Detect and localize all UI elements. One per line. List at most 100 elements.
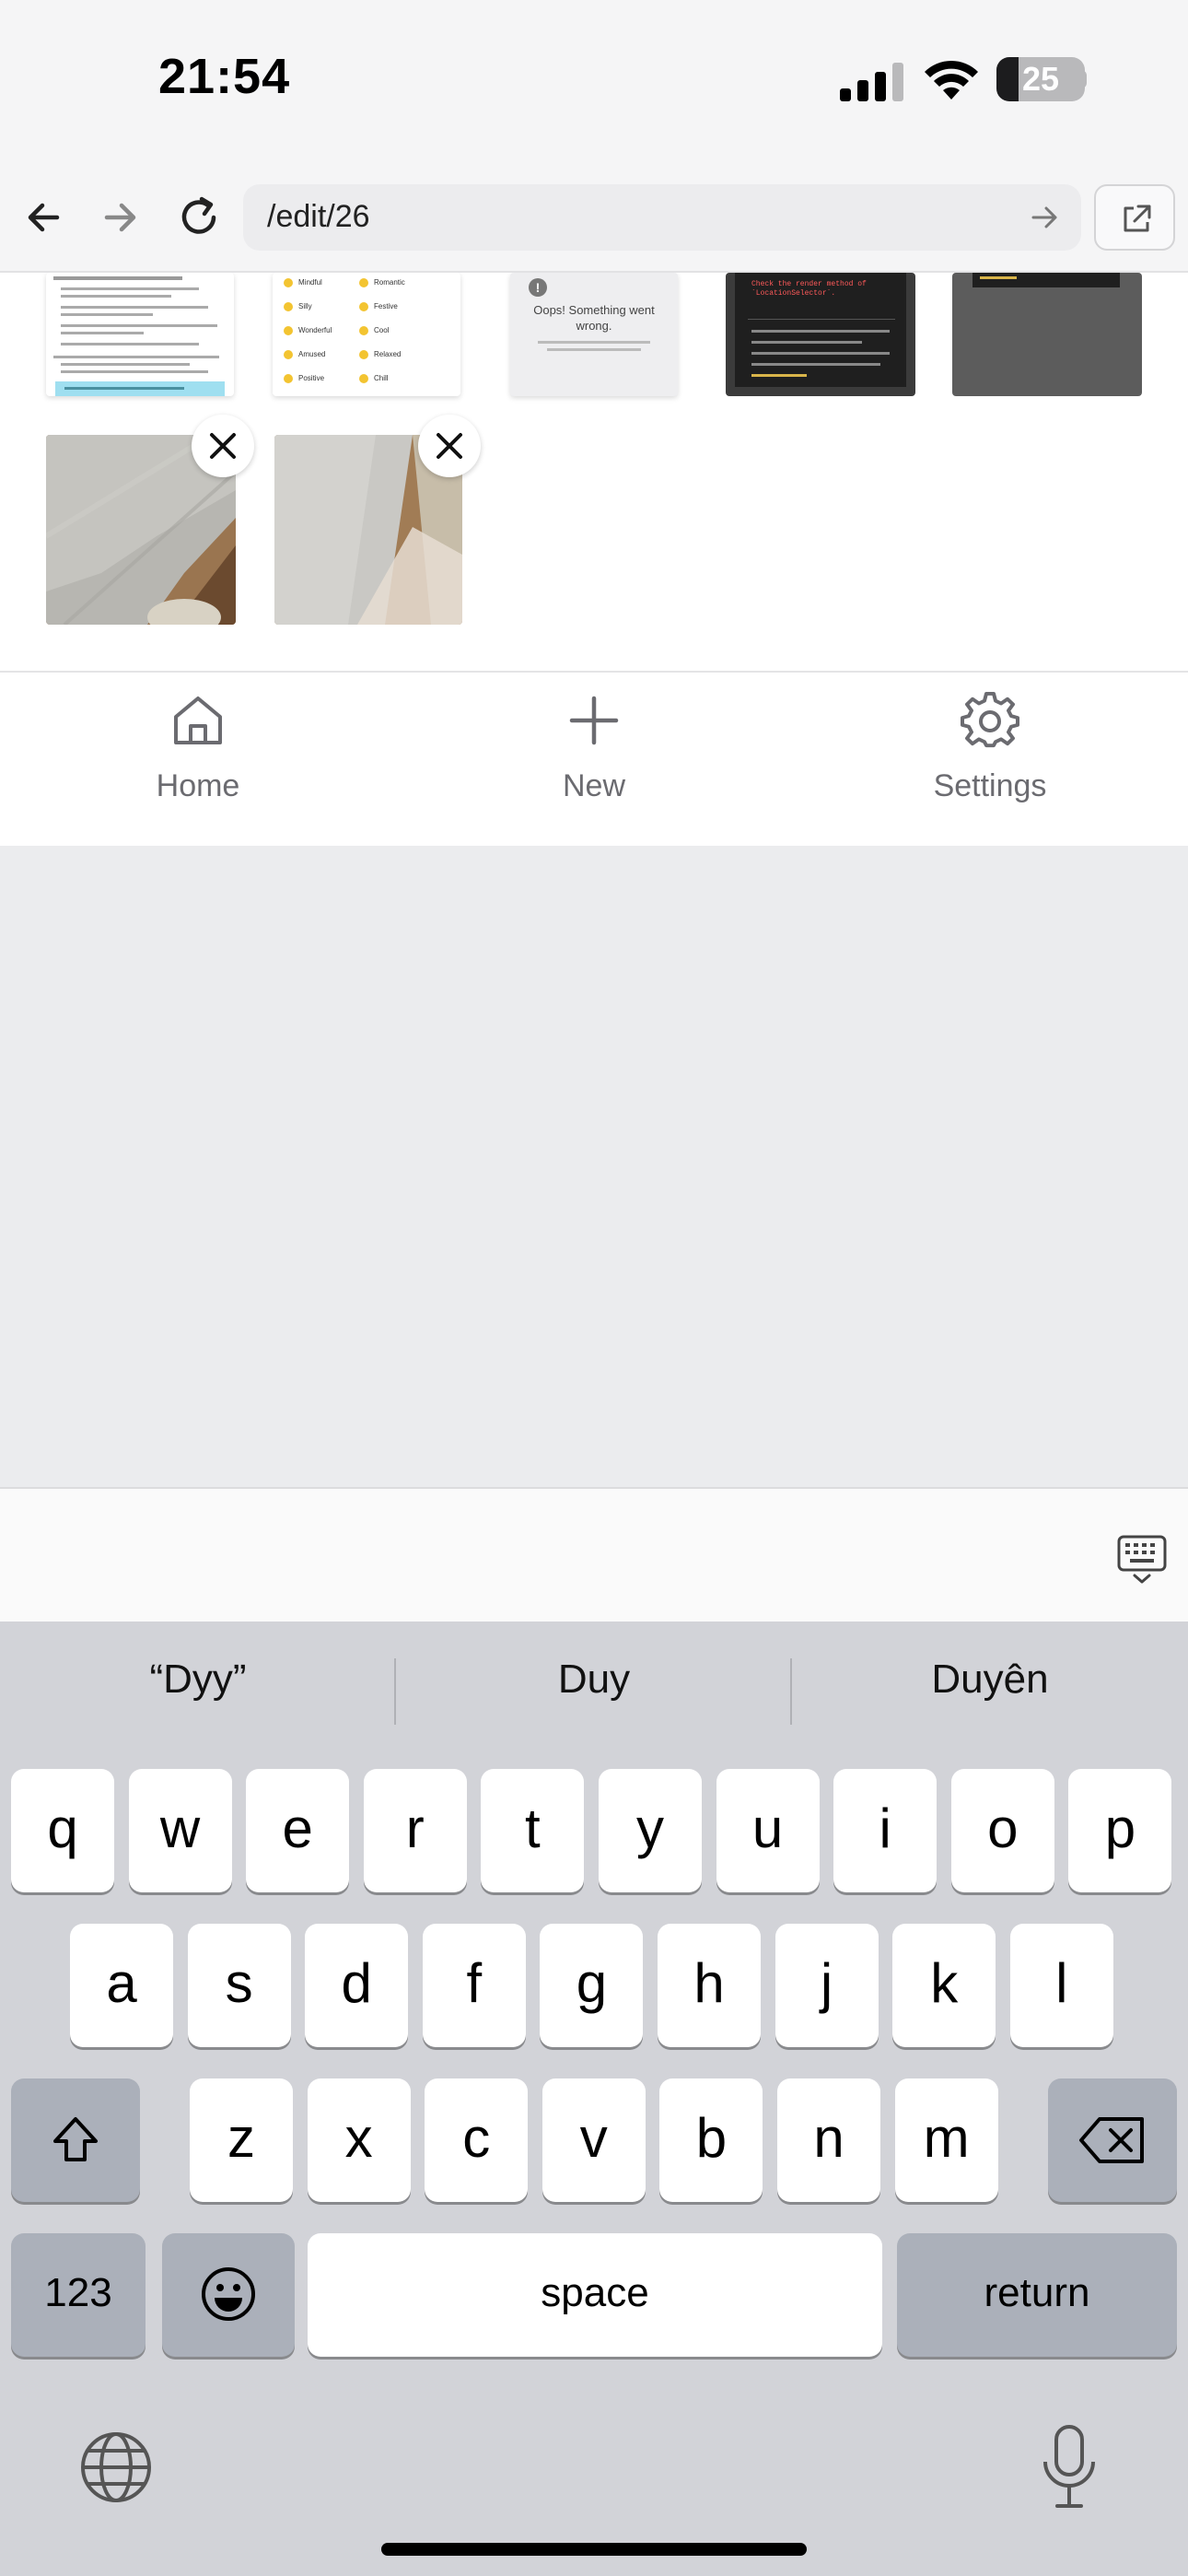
mood-label: Romantic <box>374 278 405 287</box>
mood-item: Romantic <box>359 278 405 287</box>
key-e[interactable]: e <box>246 1769 350 1892</box>
delete-key[interactable] <box>1048 2078 1177 2202</box>
home-icon <box>174 697 222 744</box>
close-icon <box>437 433 462 459</box>
reload-icon[interactable] <box>171 190 227 245</box>
text-document-preview <box>53 276 225 396</box>
key-c[interactable]: c <box>425 2078 529 2202</box>
key-k[interactable]: k <box>892 1924 996 2047</box>
globe-icon[interactable] <box>77 2429 155 2506</box>
shift-icon <box>53 2117 98 2161</box>
key-h[interactable]: h <box>658 1924 761 2047</box>
key-b[interactable]: b <box>659 2078 763 2202</box>
keyboard-dismiss-icon[interactable] <box>1116 1533 1168 1585</box>
shift-key[interactable] <box>11 2078 140 2202</box>
tab-label: New <box>562 768 626 803</box>
clock: 21:54 <box>158 49 291 104</box>
emoji-icon <box>284 326 293 335</box>
home-indicator <box>381 2543 807 2556</box>
battery-level: 25 <box>1021 60 1060 98</box>
external-link-icon <box>1124 205 1151 232</box>
error-message: Oops! Something went wrong. <box>533 303 655 333</box>
key-z[interactable]: z <box>190 2078 293 2202</box>
code-error-text: Check the render method of `LocationSele… <box>751 280 867 298</box>
backspace-icon <box>1079 2117 1144 2163</box>
alert-icon: ! <box>529 278 547 297</box>
mood-label: Silly <box>298 302 312 311</box>
browser-toolbar: /edit/26 <box>0 166 1188 273</box>
emoji-icon <box>359 278 368 287</box>
key-m[interactable]: m <box>894 2078 998 2202</box>
suggestion[interactable]: “Dyy” <box>0 1657 396 1703</box>
status-bar: 21:54 25 <box>0 0 1188 166</box>
emoji-icon <box>284 278 293 287</box>
key-s[interactable]: s <box>187 1924 291 2047</box>
go-arrow-icon[interactable] <box>1028 201 1061 234</box>
key-f[interactable]: f <box>422 1924 526 2047</box>
key-l[interactable]: l <box>1009 1924 1113 2047</box>
key-j[interactable]: j <box>775 1924 879 2047</box>
bottom-tab-nav: Home New Settings <box>0 671 1188 846</box>
forward-arrow-icon[interactable] <box>92 190 147 245</box>
cellular-signal-icon <box>840 63 903 101</box>
key-r[interactable]: r <box>363 1769 467 1892</box>
key-n[interactable]: n <box>777 2078 880 2202</box>
mood-item: Relaxed <box>359 350 401 359</box>
back-arrow-icon[interactable] <box>17 190 72 245</box>
mood-item: Silly <box>284 302 312 311</box>
key-x[interactable]: x <box>307 2078 411 2202</box>
battery-cap <box>1079 70 1087 88</box>
key-o[interactable]: o <box>950 1769 1054 1892</box>
key-p[interactable]: p <box>1068 1769 1172 1892</box>
plus-icon <box>569 696 619 745</box>
code-error-thumbnail[interactable]: Check the render method of `LocationSele… <box>726 273 915 396</box>
mood-label: Mindful <box>298 278 322 287</box>
key-i[interactable]: i <box>833 1769 938 1892</box>
wifi-icon <box>925 60 978 100</box>
tab-label: Settings <box>933 768 1047 803</box>
mood-item: Festive <box>359 302 398 311</box>
screenshot-thumbnail[interactable] <box>46 273 234 396</box>
tab-home[interactable]: Home <box>0 673 396 848</box>
suggestion[interactable]: Duy <box>396 1657 792 1703</box>
key-w[interactable]: w <box>128 1769 232 1892</box>
mood-label: Wonderful <box>298 326 332 335</box>
key-y[interactable]: y <box>599 1769 702 1892</box>
emoji-key[interactable] <box>162 2233 295 2357</box>
key-g[interactable]: g <box>540 1924 644 2047</box>
keyboard-accessory-bar <box>0 1487 1188 1622</box>
image-gallery: Mindful Romantic Silly Festive Wonderful Cool… <box>0 273 1188 671</box>
mood-item: Chill <box>359 374 389 383</box>
tab-new[interactable]: New <box>396 673 792 848</box>
key-u[interactable]: u <box>716 1769 820 1892</box>
mood-label: Amused <box>298 350 326 359</box>
remove-photo-button[interactable] <box>192 415 254 477</box>
url-text: /edit/26 <box>267 199 370 234</box>
open-external-button[interactable] <box>1094 184 1175 251</box>
mood-label: Chill <box>374 374 389 383</box>
numbers-key[interactable]: 123 <box>11 2233 146 2357</box>
microphone-icon[interactable] <box>1039 2423 1100 2512</box>
mood-label: Relaxed <box>374 350 402 359</box>
dark-screenshot-thumbnail[interactable] <box>952 273 1142 396</box>
mood-item: Amused <box>284 350 325 359</box>
emoji-icon <box>284 350 293 359</box>
emoji-icon <box>359 302 368 311</box>
remove-photo-button[interactable] <box>418 415 481 477</box>
mood-list-thumbnail[interactable]: Mindful Romantic Silly Festive Wonderful Cool… <box>273 273 460 396</box>
emoji-icon <box>284 302 293 311</box>
key-q[interactable]: q <box>11 1769 114 1892</box>
suggestion[interactable]: Duyên <box>792 1657 1188 1703</box>
mood-label: Positive <box>298 374 325 383</box>
return-key[interactable]: return <box>897 2233 1177 2357</box>
tab-settings[interactable]: Settings <box>792 673 1188 848</box>
close-icon <box>210 433 236 459</box>
key-d[interactable]: d <box>305 1924 409 2047</box>
url-field[interactable]: /edit/26 <box>243 184 1081 251</box>
error-screenshot-thumbnail[interactable]: ! Oops! Something went wrong. <box>510 273 678 396</box>
space-key[interactable]: space <box>308 2233 882 2357</box>
mood-item: Mindful <box>284 278 322 287</box>
key-a[interactable]: a <box>70 1924 173 2047</box>
key-t[interactable]: t <box>481 1769 585 1892</box>
key-v[interactable]: v <box>542 2078 646 2202</box>
